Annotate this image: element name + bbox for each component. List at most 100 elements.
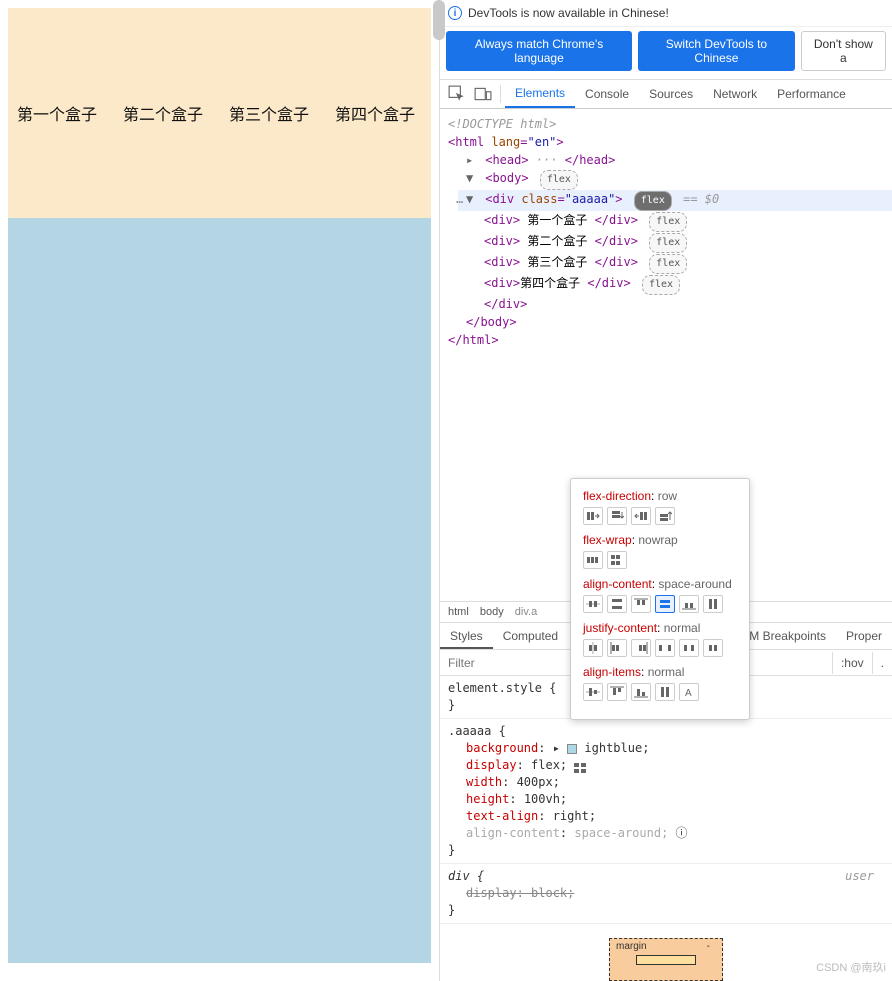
justify-content-around-icon[interactable]	[679, 639, 699, 657]
flex-badge-body[interactable]: flex	[540, 170, 578, 190]
pop-align-items-value: normal	[648, 665, 685, 679]
dont-show-button[interactable]: Don't show a	[801, 31, 886, 71]
body-close: </body>	[466, 315, 517, 329]
subtab-computed[interactable]: Computed	[493, 623, 568, 649]
flex-badge-child2[interactable]: flex	[649, 233, 687, 253]
box-model-margin[interactable]: margin -	[609, 938, 723, 981]
justify-content-evenly-icon[interactable]	[703, 639, 723, 657]
child-1-text[interactable]: 第一个盒子	[520, 213, 594, 227]
html-open-tag[interactable]: <html lang="en">	[448, 135, 564, 149]
expand-head-icon[interactable]: ▸	[466, 151, 476, 169]
subtab-styles[interactable]: Styles	[440, 623, 493, 649]
box-1: 第一个盒子	[17, 101, 97, 125]
justify-content-between-icon[interactable]	[655, 639, 675, 657]
inspect-element-icon[interactable]	[448, 85, 466, 103]
style-rule-div[interactable]: div {user display: block; }	[440, 864, 892, 924]
language-button-bar: Always match Chrome's language Switch De…	[440, 27, 892, 80]
pop-align-content-name: align-content	[583, 577, 652, 591]
justify-content-center-icon[interactable]	[583, 639, 603, 657]
expand-div-icon[interactable]: ▼	[466, 190, 476, 208]
tab-sources[interactable]: Sources	[639, 81, 703, 107]
prop-width-value[interactable]: 400px;	[517, 775, 560, 789]
selected-element[interactable]: ▼ <div class="aaaaa"> flex == $0	[458, 190, 892, 211]
child-2-text[interactable]: 第二个盒子	[520, 234, 594, 248]
prop-background-value[interactable]: ightblue;	[584, 741, 649, 755]
cls-toggle[interactable]: .	[872, 652, 892, 674]
tab-network[interactable]: Network	[703, 81, 767, 107]
align-content-center-icon[interactable]	[583, 595, 603, 613]
scrollbar-thumb[interactable]	[433, 0, 445, 40]
prop-align-content-name[interactable]: align-content	[466, 826, 560, 840]
prop-height-value[interactable]: 100vh;	[524, 792, 567, 806]
style-rule-aaaaa[interactable]: .aaaaa { background: ▸ ightblue; display…	[440, 719, 892, 864]
tab-console[interactable]: Console	[575, 81, 639, 107]
margin-top-value[interactable]: -	[707, 941, 710, 952]
prop-display-block-name[interactable]: display	[466, 886, 517, 900]
flex-wrap-nowrap-icon[interactable]	[583, 551, 603, 569]
prop-width-name[interactable]: width	[466, 775, 502, 789]
prop-display-block-value[interactable]: block;	[531, 886, 574, 900]
crumb-html[interactable]: html	[448, 606, 469, 618]
flex-badge-child3[interactable]: flex	[649, 254, 687, 274]
flex-container-aaaaa: 第一个盒子 第二个盒子 第三个盒子 第四个盒子	[8, 8, 431, 218]
subtab-properties[interactable]: Proper	[836, 623, 892, 649]
user-agent-label: user	[845, 868, 884, 885]
flex-wrap-wrap-icon[interactable]	[607, 551, 627, 569]
tab-elements[interactable]: Elements	[505, 80, 575, 108]
prop-display-value[interactable]: flex;	[531, 758, 567, 772]
dom-tree[interactable]: <!DOCTYPE html> <html lang="en"> ▸ <head…	[440, 109, 892, 355]
flex-direction-row-reverse-icon[interactable]	[631, 507, 651, 525]
align-items-stretch-icon[interactable]	[655, 683, 675, 701]
align-content-stretch-icon[interactable]	[703, 595, 723, 613]
page-scrollbar[interactable]	[433, 0, 445, 981]
prop-display-name[interactable]: display	[466, 758, 517, 772]
justify-content-start-icon[interactable]	[607, 639, 627, 657]
flex-direction-column-reverse-icon[interactable]	[655, 507, 675, 525]
flexbox-editor-popover: flex-direction: row flex-wrap: nowrap al…	[570, 478, 750, 720]
align-items-end-icon[interactable]	[631, 683, 651, 701]
align-content-start-icon[interactable]	[631, 595, 651, 613]
flex-badge-aaaaa[interactable]: flex	[634, 191, 672, 211]
align-content-between-icon[interactable]	[607, 595, 627, 613]
crumb-div[interactable]: div.a	[515, 606, 537, 618]
switch-chinese-button[interactable]: Switch DevTools to Chinese	[638, 31, 795, 71]
device-toolbar-icon[interactable]	[474, 85, 492, 103]
align-items-start-icon[interactable]	[607, 683, 627, 701]
justify-content-end-icon[interactable]	[631, 639, 651, 657]
body-tag[interactable]: <body>	[485, 171, 528, 185]
info-icon: i	[448, 6, 462, 20]
child-4-text[interactable]: 第四个盒子	[520, 276, 587, 290]
prop-background-name[interactable]: background	[466, 741, 538, 755]
flex-direction-column-icon[interactable]	[607, 507, 627, 525]
box-2: 第二个盒子	[123, 101, 203, 125]
hov-toggle[interactable]: :hov	[832, 652, 872, 674]
html-close: </html>	[448, 333, 499, 347]
child-3-text[interactable]: 第三个盒子	[520, 255, 594, 269]
prop-text-align-name[interactable]: text-align	[466, 809, 538, 823]
pop-justify-content-value: normal	[664, 621, 701, 635]
flex-badge-child4[interactable]: flex	[642, 275, 680, 295]
head-dots: ···	[536, 153, 558, 167]
align-items-baseline-icon[interactable]: A	[679, 683, 699, 701]
align-content-around-icon[interactable]	[655, 595, 675, 613]
prop-text-align-value[interactable]: right;	[553, 809, 596, 823]
prop-height-name[interactable]: height	[466, 792, 509, 806]
flex-direction-row-icon[interactable]	[583, 507, 603, 525]
flex-badge-child1[interactable]: flex	[649, 212, 687, 232]
tab-performance[interactable]: Performance	[767, 81, 856, 107]
box-model-border[interactable]	[636, 955, 696, 965]
box-3: 第三个盒子	[229, 101, 309, 125]
flex-editor-icon[interactable]	[574, 761, 586, 771]
crumb-body[interactable]: body	[480, 606, 504, 618]
subtab-breakpoints[interactable]: M Breakpoints	[739, 623, 836, 649]
head-tag[interactable]: <head>	[485, 153, 528, 167]
pop-align-items-name: align-items	[583, 665, 641, 679]
align-content-end-icon[interactable]	[679, 595, 699, 613]
prop-align-content-value[interactable]: space-around;	[574, 826, 668, 840]
expand-body-icon[interactable]: ▼	[466, 169, 476, 187]
head-close-tag: </head>	[565, 153, 616, 167]
align-items-center-icon[interactable]	[583, 683, 603, 701]
color-swatch-icon[interactable]	[567, 744, 577, 754]
selector-aaaaa: .aaaaa {	[448, 723, 884, 740]
always-match-button[interactable]: Always match Chrome's language	[446, 31, 632, 71]
